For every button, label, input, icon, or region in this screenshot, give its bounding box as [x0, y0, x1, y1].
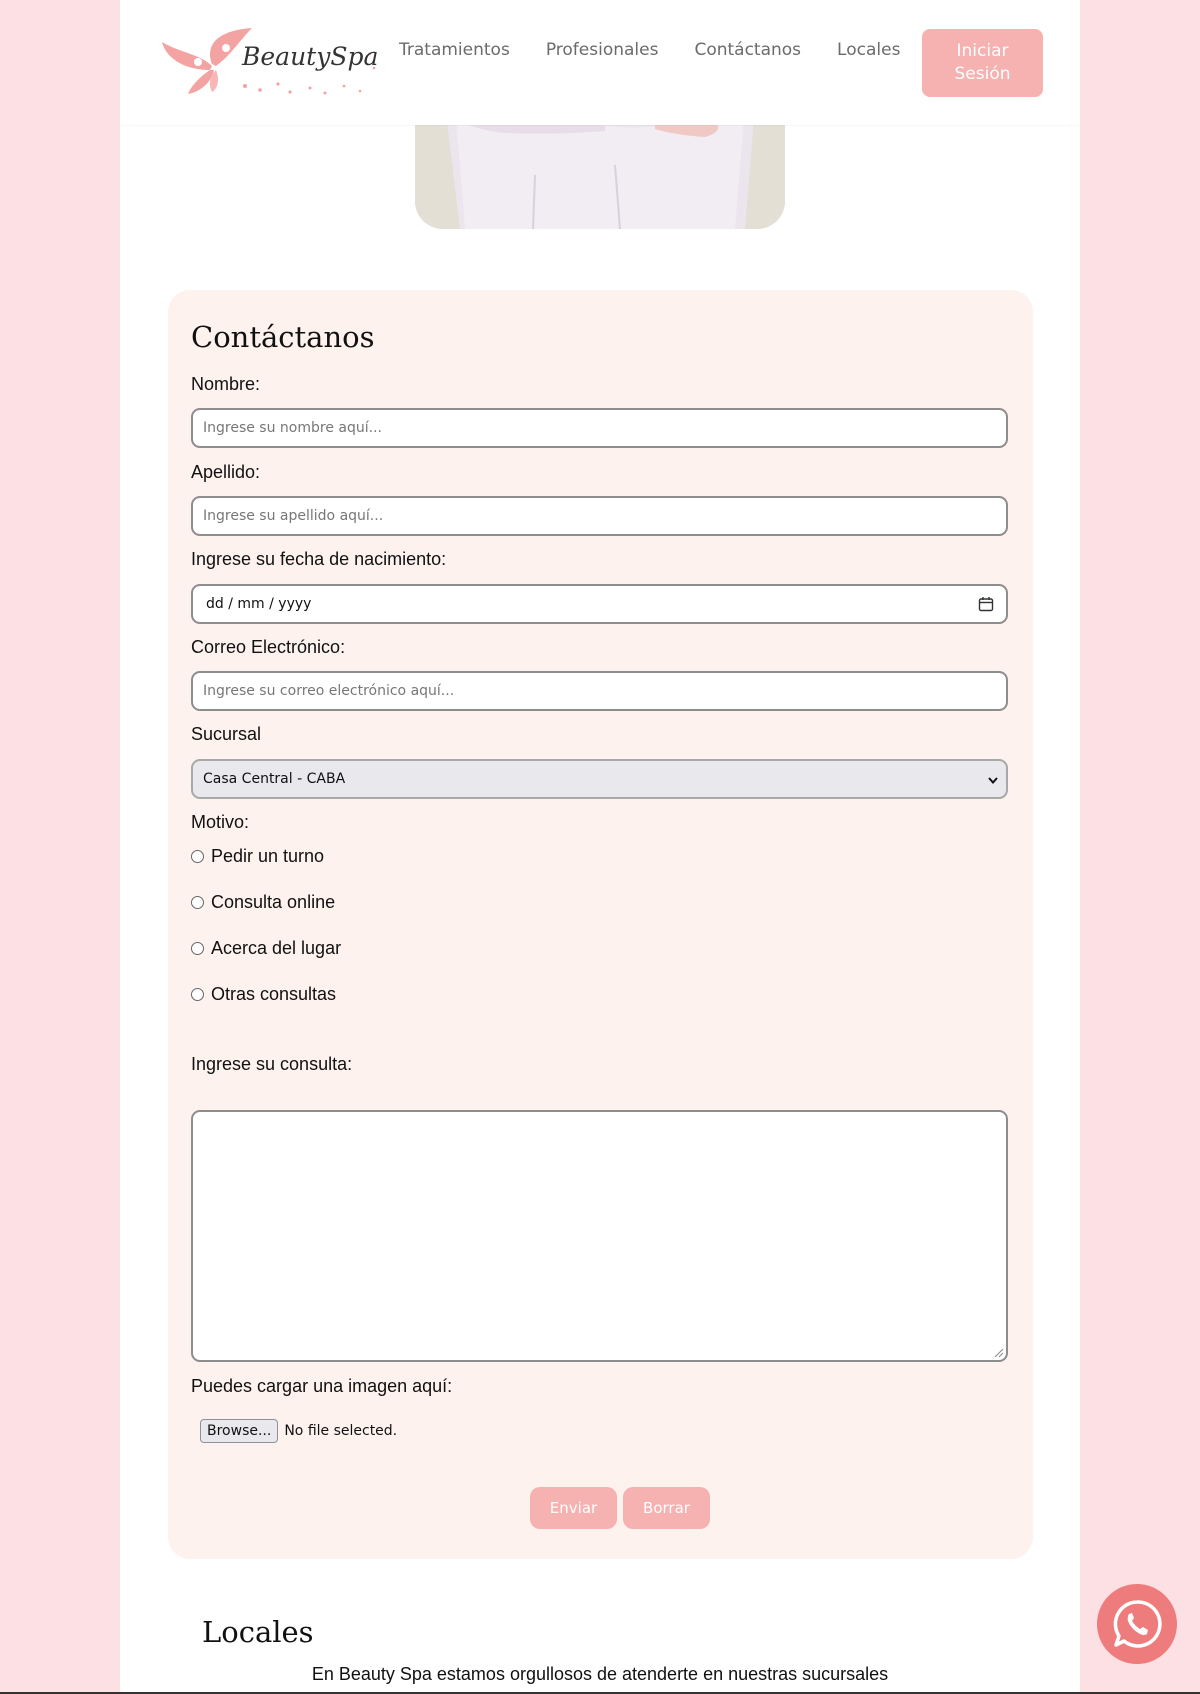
birthdate-input[interactable]: dd / mm / yyyy: [191, 584, 1008, 624]
radio-label: Acerca del lugar: [211, 938, 342, 958]
whatsapp-icon: [1113, 1600, 1162, 1648]
page: BeautySpa Tratamientos Profesionales Con…: [120, 0, 1080, 1694]
radio-circle[interactable]: [191, 850, 204, 863]
consulta-label: Ingrese su consulta:: [191, 1054, 353, 1074]
logo-text: BeautySpa: [242, 42, 379, 71]
fecha-label: Ingrese su fecha de nacimiento:: [191, 549, 447, 569]
nav-locales[interactable]: Locales: [837, 40, 900, 60]
whatsapp-button[interactable]: [1097, 1584, 1177, 1664]
apellido-label: Apellido:: [191, 462, 261, 482]
radio-label: Consulta online: [211, 892, 336, 912]
radio-circle[interactable]: [191, 988, 204, 1001]
nombre-label: Nombre:: [191, 374, 261, 394]
motivo-label: Motivo:: [191, 812, 250, 832]
form-title: Contáctanos: [191, 320, 375, 354]
radio-acerca-lugar[interactable]: Acerca del lugar: [191, 938, 341, 959]
resize-handle-icon[interactable]: [994, 1348, 1004, 1358]
sucursal-label: Sucursal: [191, 724, 262, 744]
main-nav: Tratamientos Profesionales Contáctanos L…: [399, 40, 936, 60]
radio-circle[interactable]: [191, 896, 204, 909]
radio-label: Pedir un turno: [211, 846, 325, 866]
imagen-label: Puedes cargar una imagen aquí:: [191, 1376, 453, 1396]
locales-description: En Beauty Spa estamos orgullosos de aten…: [311, 1664, 889, 1684]
reset-button[interactable]: Borrar: [623, 1487, 710, 1529]
nombre-input[interactable]: [191, 408, 1008, 448]
nav-contactanos[interactable]: Contáctanos: [694, 40, 801, 60]
login-button[interactable]: Iniciar Sesión: [922, 29, 1043, 97]
birthdate-value: dd / mm / yyyy: [206, 596, 312, 612]
file-upload[interactable]: Browse... No file selected.: [200, 1419, 397, 1443]
consulta-textarea[interactable]: [191, 1110, 1008, 1362]
radio-consulta-online[interactable]: Consulta online: [191, 892, 335, 913]
submit-button[interactable]: Enviar: [530, 1487, 617, 1529]
email-input[interactable]: [191, 671, 1008, 711]
sucursal-selected: Casa Central - CABA: [203, 771, 346, 787]
radio-otras-consultas[interactable]: Otras consultas: [191, 984, 336, 1005]
calendar-icon[interactable]: [978, 596, 994, 612]
apellido-input[interactable]: [191, 496, 1008, 536]
browse-button[interactable]: Browse...: [200, 1419, 279, 1443]
site-header: BeautySpa Tratamientos Profesionales Con…: [120, 0, 1080, 125]
contact-form: Contáctanos Nombre: Apellido: Ingrese su…: [168, 290, 1033, 1559]
file-status: No file selected.: [284, 1423, 398, 1439]
locales-title: Locales: [202, 1615, 314, 1649]
radio-label: Otras consultas: [211, 984, 337, 1004]
radio-pedir-turno[interactable]: Pedir un turno: [191, 846, 324, 867]
chevron-down-icon: [988, 777, 998, 785]
radio-circle[interactable]: [191, 942, 204, 955]
site-logo[interactable]: BeautySpa: [160, 24, 380, 100]
nav-tratamientos[interactable]: Tratamientos: [399, 40, 510, 60]
sucursal-select[interactable]: Casa Central - CABA: [191, 759, 1008, 799]
nav-profesionales[interactable]: Profesionales: [546, 40, 659, 60]
correo-label: Correo Electrónico:: [191, 637, 346, 657]
